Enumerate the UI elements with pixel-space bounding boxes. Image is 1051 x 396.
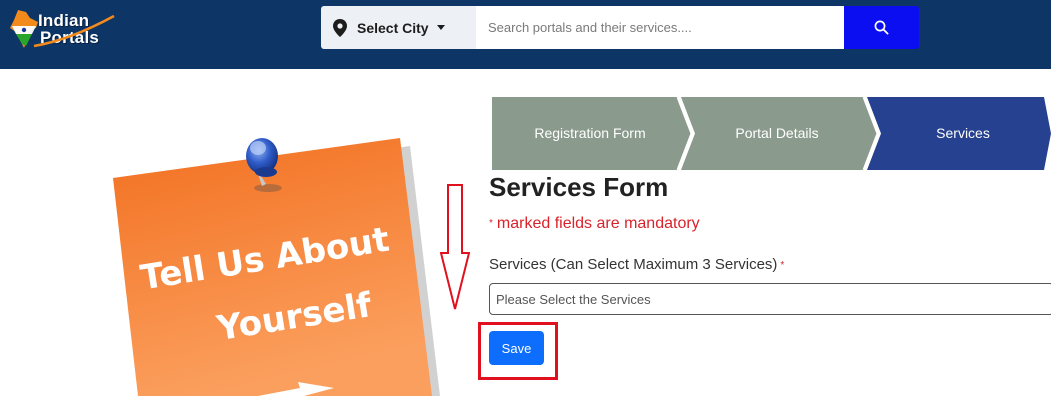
chevron-down-icon [436, 25, 445, 30]
step-registration-form[interactable]: Registration Form [492, 125, 688, 141]
select-city-label: Select City [357, 19, 429, 36]
map-pin-icon [333, 18, 347, 37]
services-placeholder: Please Select the Services [496, 291, 651, 307]
required-star: * [780, 259, 785, 271]
services-label-text: Services (Can Select Maximum 3 Services) [489, 256, 778, 273]
top-navbar: Indian Portals Select City [0, 0, 1051, 69]
page-title: Services Form [489, 172, 669, 202]
indian-portals-logo[interactable]: Indian Portals [8, 6, 118, 56]
progress-stepper: Registration Form Portal Details Service… [492, 97, 1051, 170]
logo-swoosh-icon [33, 14, 115, 48]
step-portal-details[interactable]: Portal Details [682, 125, 872, 141]
tell-us-about-yourself-note: Tell Us About Yourself [113, 138, 440, 396]
search-input[interactable] [476, 6, 844, 49]
search-icon [874, 20, 889, 35]
mandatory-text: marked fields are mandatory [496, 215, 700, 232]
save-button[interactable]: Save [489, 331, 544, 365]
step-services[interactable]: Services [870, 125, 1051, 141]
mandatory-note: * marked fields are mandatory [489, 215, 700, 233]
annotation-down-arrow-icon [440, 184, 470, 310]
search-button[interactable] [844, 6, 919, 49]
select-city-dropdown[interactable]: Select City [321, 6, 476, 49]
services-field-label: Services (Can Select Maximum 3 Services)… [489, 256, 784, 273]
required-star: * [489, 218, 493, 230]
services-select[interactable]: Please Select the Services [489, 283, 1051, 315]
